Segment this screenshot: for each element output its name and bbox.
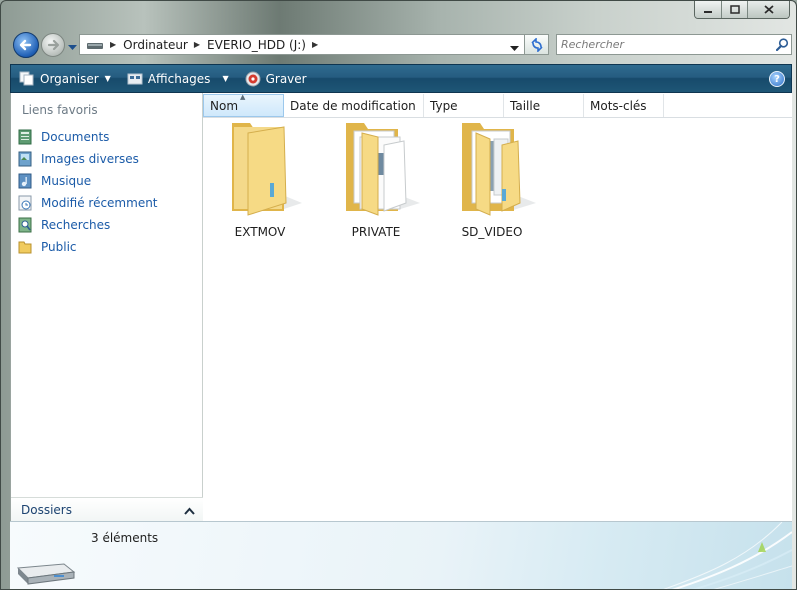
- breadcrumb-drive[interactable]: EVERIO_HDD (J:): [207, 38, 306, 52]
- breadcrumb-separator-icon[interactable]: ▶: [194, 40, 200, 49]
- navigation-pane: Liens favoris Documents Images diverses …: [10, 93, 203, 521]
- column-header-date[interactable]: Date de modification: [284, 94, 424, 117]
- back-button[interactable]: [13, 32, 39, 58]
- favorite-music[interactable]: Musique: [17, 170, 158, 192]
- favorite-recent[interactable]: Modifié récemment: [17, 192, 158, 214]
- favorite-documents[interactable]: Documents: [17, 126, 158, 148]
- explorer-window: ▶ Ordinateur ▶ EVERIO_HDD (J:) ▶ Organis…: [0, 0, 797, 590]
- search-input[interactable]: [557, 35, 773, 54]
- help-button[interactable]: ?: [769, 71, 785, 87]
- details-pane: 3 éléments: [10, 521, 792, 589]
- item-count: 3 éléments: [91, 531, 159, 545]
- column-header-type[interactable]: Type: [424, 94, 504, 117]
- history-dropdown[interactable]: [68, 40, 77, 54]
- address-dropdown[interactable]: [510, 41, 519, 55]
- documents-icon: [17, 129, 33, 145]
- documents-folder-icon: [346, 123, 420, 216]
- recent-icon: [17, 195, 33, 211]
- forward-arrow-icon: [47, 39, 60, 51]
- chevron-down-icon: ▼: [222, 74, 229, 83]
- maximize-button[interactable]: [721, 1, 747, 18]
- forward-button[interactable]: [41, 33, 65, 57]
- address-bar[interactable]: ▶ Ordinateur ▶ EVERIO_HDD (J:) ▶: [79, 34, 525, 55]
- breadcrumb-ordinateur[interactable]: Ordinateur: [123, 38, 188, 52]
- drive-icon: [86, 40, 104, 50]
- full-folder-icon: [462, 123, 536, 216]
- file-item[interactable]: PRIVATE: [321, 119, 431, 239]
- favorite-public[interactable]: Public: [17, 236, 158, 258]
- organiser-button[interactable]: Organiser ▼: [19, 71, 111, 86]
- organize-icon: [19, 71, 34, 86]
- chevron-down-icon: ▼: [104, 74, 111, 83]
- column-headers: ▲ Nom Date de modification Type Taille M…: [203, 93, 792, 118]
- file-list-pane: ▲ Nom Date de modification Type Taille M…: [203, 93, 792, 521]
- command-bar: Organiser ▼ Affichages ▼ Graver ?: [10, 64, 792, 93]
- folders-toggle[interactable]: Dossiers: [11, 497, 203, 521]
- decorative-swoosh: [663, 522, 792, 589]
- breadcrumb-separator-icon[interactable]: ▶: [312, 40, 318, 49]
- empty-folder-icon: [232, 123, 302, 216]
- refresh-button[interactable]: [525, 34, 549, 55]
- searches-icon: [17, 217, 33, 233]
- music-icon: [17, 173, 33, 189]
- images-icon: [17, 151, 33, 167]
- sort-ascending-icon: ▲: [240, 93, 246, 101]
- minimize-button[interactable]: [695, 1, 721, 18]
- column-header-mots-cles[interactable]: Mots-clés: [584, 94, 664, 117]
- close-button[interactable]: [747, 1, 789, 18]
- chevron-up-icon: [184, 504, 195, 518]
- burn-disc-icon: [245, 71, 261, 86]
- breadcrumb-separator-icon[interactable]: ▶: [110, 40, 116, 49]
- graver-button[interactable]: Graver: [245, 71, 307, 87]
- minimize-icon: [704, 10, 712, 13]
- search-box[interactable]: [556, 34, 792, 55]
- column-header-taille[interactable]: Taille: [504, 94, 584, 117]
- search-icon[interactable]: [773, 38, 791, 51]
- file-item[interactable]: EXTMOV: [205, 119, 315, 239]
- favorites-title: Liens favoris: [22, 103, 98, 117]
- public-folder-icon: [17, 239, 33, 255]
- refresh-icon: [530, 37, 543, 52]
- column-header-nom[interactable]: ▲ Nom: [203, 93, 284, 117]
- chevron-down-icon: [68, 45, 77, 50]
- favorites-list: Documents Images diverses Musique Modifi…: [17, 126, 158, 258]
- file-item[interactable]: SD_VIDEO: [437, 119, 547, 239]
- caption-buttons: [694, 1, 790, 19]
- maximize-icon: [729, 5, 740, 14]
- drive-icon: [14, 554, 78, 589]
- chevron-down-icon: [510, 46, 519, 51]
- back-arrow-icon: [19, 39, 32, 51]
- affichages-button[interactable]: Affichages ▼: [127, 72, 229, 86]
- help-icon: ?: [774, 73, 780, 85]
- close-icon: [763, 5, 774, 14]
- views-icon: [127, 73, 143, 84]
- favorite-images[interactable]: Images diverses: [17, 148, 158, 170]
- favorite-searches[interactable]: Recherches: [17, 214, 158, 236]
